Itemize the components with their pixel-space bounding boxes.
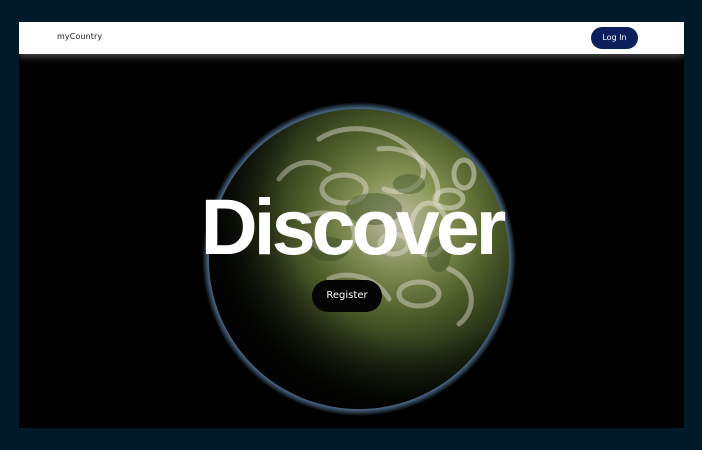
app-window: myCountry Log In Discover Register: [19, 22, 684, 428]
brand-logo-text[interactable]: myCountry: [57, 32, 102, 41]
register-button[interactable]: Register: [312, 280, 382, 312]
hero-headline: Discover: [200, 182, 507, 271]
login-button[interactable]: Log In: [591, 27, 638, 49]
top-navbar: myCountry Log In: [19, 22, 684, 54]
hero-section: Discover Register: [19, 54, 684, 428]
